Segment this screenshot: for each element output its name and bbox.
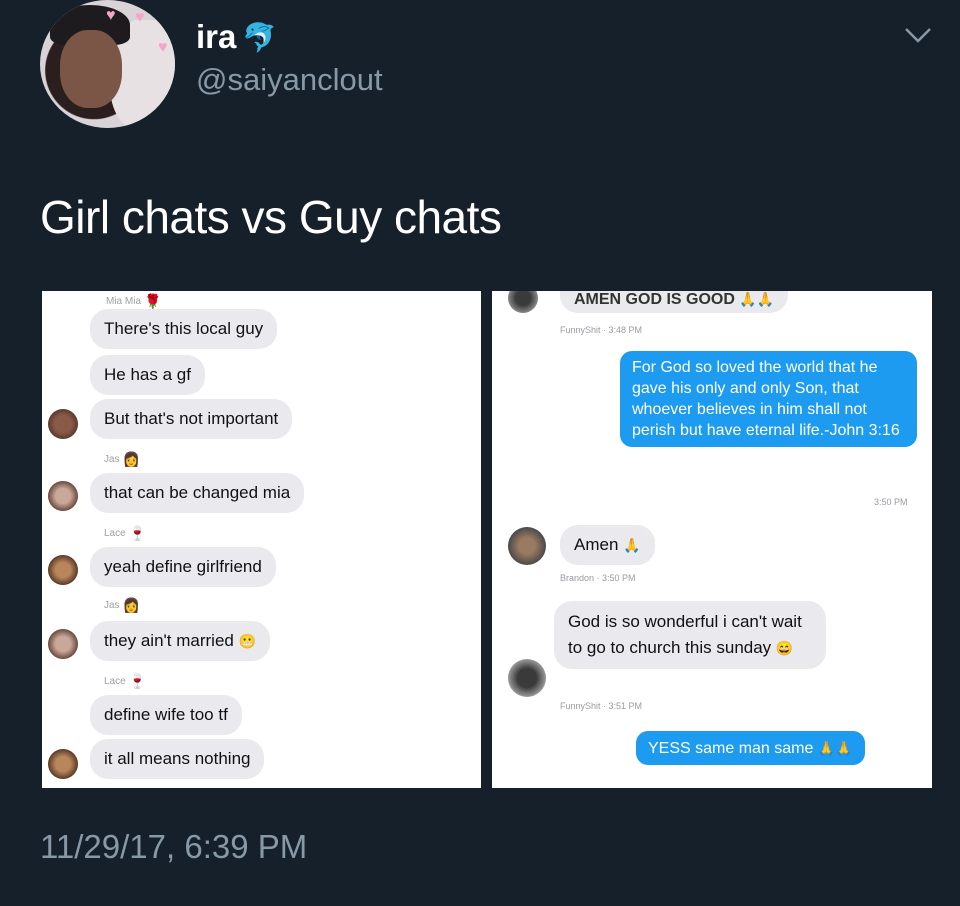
emoji-icon: 🌹 <box>144 293 162 309</box>
chevron-down-icon[interactable] <box>900 20 936 50</box>
emoji-icon: 👩 <box>122 597 140 613</box>
message-bubble: Amen 🙏 <box>560 525 655 565</box>
sender-label: Jas 👩 <box>104 451 140 467</box>
message-meta: Brandon · 3:50 PM <box>560 573 636 583</box>
sender-label: Jas 👩 <box>104 597 140 613</box>
heart-icon: ♥ <box>106 7 116 24</box>
avatar <box>48 409 78 439</box>
praying-hands-icon: 🙏🙏 <box>817 740 853 756</box>
message-time: 3:50 PM <box>874 497 908 507</box>
message-bubble: AMEN GOD IS GOOD 🙏🙏 <box>560 291 789 313</box>
message-bubble: they ain't married 😬 <box>90 621 271 661</box>
message-bubble: it all means nothing <box>90 739 265 779</box>
smile-emoji-icon: 😄 <box>775 640 794 656</box>
message-bubble: But that's not important <box>90 399 293 439</box>
emoji-icon: 🍷 <box>128 673 147 689</box>
avatar <box>48 749 78 779</box>
sender-label: Lace 🍷 <box>104 525 147 541</box>
avatar <box>508 527 546 565</box>
message-meta: FunnyShit · 3:48 PM <box>560 325 643 335</box>
avatar <box>508 659 546 697</box>
message-bubble: He has a gf <box>90 355 205 395</box>
avatar <box>48 629 78 659</box>
tweet-text: Girl chats vs Guy chats <box>40 191 502 243</box>
profile-avatar[interactable]: ♥ ♥ ♥ <box>40 0 175 128</box>
avatar-face <box>60 30 122 108</box>
avatar <box>48 555 78 585</box>
heart-icon: ♥ <box>135 9 145 26</box>
message-bubble: God is so wonderful i can't wait to go t… <box>554 601 826 669</box>
praying-hands-icon: 🙏 <box>623 537 641 553</box>
sent-bubble: For God so loved the world that he gave … <box>620 351 917 447</box>
grimace-emoji-icon: 😬 <box>238 633 257 649</box>
dolphin-icon: 🐬 <box>242 21 278 53</box>
avatar <box>508 291 538 313</box>
message-bubble: that can be changed mia <box>90 473 305 513</box>
sent-bubble: YESS same man same 🙏🙏 <box>636 731 865 765</box>
sender-label: Lace 🍷 <box>104 673 147 689</box>
profile-name-row: ira 🐬 <box>196 18 277 56</box>
praying-hands-icon: 🙏🙏 <box>739 291 775 307</box>
user-handle[interactable]: @saiyanclout <box>196 62 383 98</box>
message-bubble: yeah define girlfriend <box>90 547 276 587</box>
tweet-timestamp[interactable]: 11/29/17, 6:39 PM <box>40 828 307 866</box>
display-name[interactable]: ira <box>196 18 236 56</box>
sender-label: Mia Mia 🌹 <box>106 293 162 309</box>
message-bubble: There's this local guy <box>90 309 278 349</box>
heart-icon: ♥ <box>158 39 168 56</box>
avatar <box>48 481 78 511</box>
emoji-icon: 👩 <box>122 451 140 467</box>
message-meta: FunnyShit · 3:51 PM <box>560 701 643 711</box>
message-bubble: define wife too tf <box>90 695 242 735</box>
chat-screenshot-left: Mia Mia 🌹 There's this local guy He has a… <box>42 291 481 788</box>
emoji-icon: 🍷 <box>128 525 147 541</box>
chat-screenshot-right: AMEN GOD IS GOOD 🙏🙏 FunnyShit · 3:48 PM … <box>492 291 932 788</box>
